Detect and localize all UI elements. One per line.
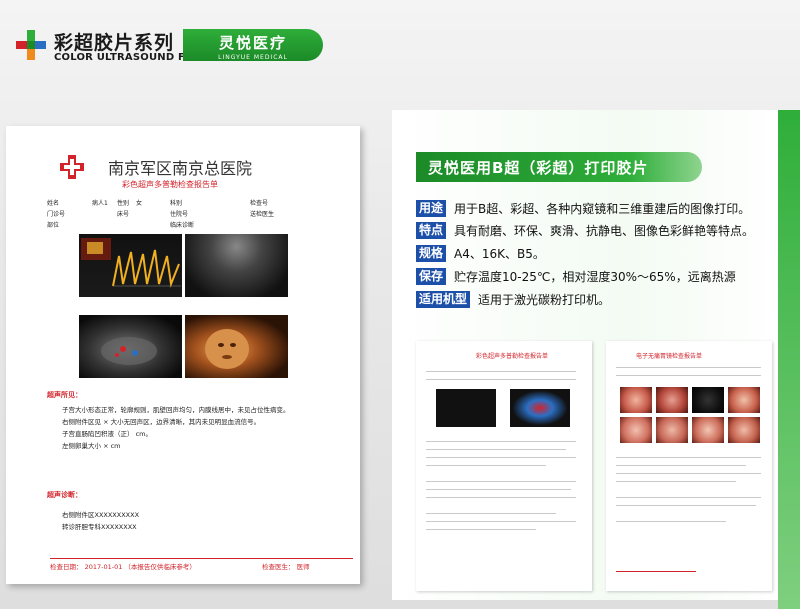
text-line	[426, 521, 576, 522]
hospital-name: 南京军区南京总医院	[108, 159, 253, 178]
finding-line: 子宫直肠陷凹积液（正） cm。	[62, 430, 152, 438]
text-line	[616, 375, 761, 376]
meta-sex-label: 性别	[117, 200, 130, 207]
spec-text-storage: 贮存温度10-25℃，相对湿度30%～65%，远离热源	[454, 270, 736, 284]
meta-name-label: 姓名	[47, 200, 60, 207]
brand-title-cn: 彩超胶片系列	[54, 32, 175, 54]
text-line	[426, 371, 576, 372]
text-line	[426, 513, 556, 514]
text-line	[616, 465, 746, 466]
company-badge: 灵悦医疗 LINGYUE MEDICAL	[183, 29, 323, 61]
diagnosis-line: 右侧附件区XXXXXXXXXX	[62, 511, 140, 519]
product-title: 灵悦医用B超（彩超）打印胶片	[428, 159, 649, 177]
text-line	[426, 465, 546, 466]
findings-title: 超声所见：	[47, 391, 82, 399]
sample-doppler-image	[510, 389, 570, 427]
text-line	[426, 529, 536, 530]
endoscopy-image	[620, 417, 652, 443]
meta-bed-label: 床号	[117, 211, 130, 218]
spec-tag-size: 规格	[416, 245, 447, 262]
footer-divider	[50, 558, 353, 559]
meta-clinic-label: 门诊号	[47, 211, 66, 218]
sample-report-gastroscopy: 电子无痛胃镜检查报告单	[606, 341, 772, 591]
meta-exam-no-label: 检查号	[250, 200, 269, 207]
panel-accent-edge	[778, 110, 800, 609]
medical-cross-logo-icon	[16, 30, 46, 60]
meta-site-label: 部位	[47, 222, 60, 229]
text-line	[616, 521, 726, 522]
endoscopy-image	[656, 387, 688, 413]
exam-doctor: 检查医生： 医师	[262, 563, 310, 571]
sample2-title: 电子无痛胃镜检查报告单	[636, 353, 703, 360]
text-line	[616, 505, 756, 506]
spec-text-size: A4、16K、B5。	[454, 247, 545, 261]
endoscopy-image	[728, 417, 760, 443]
3d-fetal-image	[185, 315, 288, 378]
diagnosis-title: 超声诊断：	[47, 491, 82, 499]
spec-tag-usage: 用途	[416, 200, 447, 217]
company-name-cn: 灵悦医疗	[218, 34, 287, 52]
exam-date: 检查日期： 2017-01-01 （本报告仅供临床参考）	[50, 563, 196, 571]
red-cross-icon	[60, 155, 84, 179]
spec-text-features: 具有耐磨、环保、爽滑、抗静电、图像色彩鲜艳等特点。	[454, 224, 755, 238]
meta-patient-value: 病人1	[92, 200, 108, 207]
finding-line: 子宫大小形态正常，轮廓规则，肌壁回声均匀，内膜线居中，未见占位性病变。	[62, 406, 290, 414]
text-line	[426, 489, 571, 490]
ultrasound-bmode-image	[185, 234, 288, 297]
meta-inpatient-label: 住院号	[170, 211, 189, 218]
sample-scan-image	[436, 389, 496, 427]
text-line	[616, 497, 761, 498]
text-line	[426, 379, 576, 380]
meta-doctor-label: 送检医生	[250, 211, 275, 218]
text-line	[426, 449, 566, 450]
meta-age-label: 科别	[170, 200, 183, 207]
report-sheet	[6, 126, 360, 584]
text-line	[426, 481, 576, 482]
meta-sex-value: 女	[136, 200, 143, 207]
spec-tag-compatible: 适用机型	[416, 291, 471, 308]
doppler-waveform-image	[79, 234, 182, 297]
meta-diagnosis-label: 临床诊断	[170, 222, 195, 229]
company-name-en: LINGYUE MEDICAL	[218, 54, 288, 61]
endoscopy-image	[656, 417, 688, 443]
endoscopy-image	[692, 417, 724, 443]
endoscopy-image	[620, 387, 652, 413]
text-line	[426, 441, 576, 442]
color-doppler-uterus-image	[79, 315, 182, 378]
text-line	[426, 497, 576, 498]
text-line	[616, 457, 761, 458]
spec-tag-storage: 保存	[416, 268, 447, 285]
diagnosis-line: 转诊肝胆专科XXXXXXXX	[62, 523, 137, 531]
endoscopy-image	[692, 387, 724, 413]
spec-text-compatible: 适用于激光碳粉打印机。	[478, 293, 611, 307]
text-line	[616, 367, 761, 368]
sample1-title: 彩色超声多普勒检查报告单	[476, 353, 549, 360]
text-line	[426, 457, 576, 458]
sample-report-ultrasound: 彩色超声多普勒检查报告单	[416, 341, 592, 591]
text-line	[616, 481, 736, 482]
text-line	[616, 571, 696, 572]
text-line	[616, 473, 761, 474]
report-subtitle: 彩色超声多普勒检查报告单	[122, 180, 218, 189]
spec-tag-features: 特点	[416, 222, 447, 239]
finding-line: 右侧附件区见 × 大小无回声区，边界清晰，其内未见明显血流信号。	[62, 418, 261, 426]
endoscopy-image	[728, 387, 760, 413]
finding-line: 左侧卵巢大小 × cm	[62, 442, 121, 450]
spec-text-usage: 用于B超、彩超、各种内窥镜和三维重建后的图像打印。	[454, 202, 751, 216]
